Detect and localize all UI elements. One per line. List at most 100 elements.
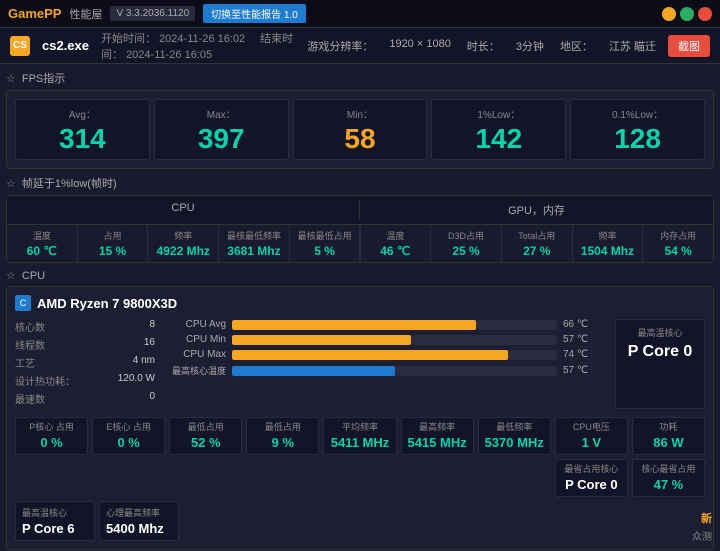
fps-section: FPS指示 Avg： 314 Max： 397 Min： 58 1%Low： 1…: [6, 70, 714, 169]
cpu-spec-cores: 核心数 8: [15, 319, 155, 334]
perf-cpu-temp: 温度 60 ℃: [7, 225, 77, 262]
metric-power: 功耗 86 W: [632, 417, 705, 455]
titlebar: GamePP 性能屋 V 3.3.2036.1120 切换至性能报告 1.0: [0, 0, 720, 28]
perf-section: 帧延于1%low(帧时) CPU GPU，内存 温度 60 ℃ 占用 15 %: [6, 175, 714, 263]
bar-track-max: [232, 350, 557, 360]
start-time: 2024-11-26 16:02: [159, 33, 245, 45]
close-button[interactable]: [698, 7, 712, 21]
perf-gpu-header: GPU，内存: [360, 200, 713, 220]
cpu-bottom-cells: 最高温核心 P Core 6 心理最高频率 5400 Mhz: [15, 501, 705, 541]
cpu-section: CPU C AMD Ryzen 7 9800X3D 核心数 8 线程数 16: [6, 269, 714, 550]
hotcore-value: P Core 0: [622, 343, 698, 361]
metric-max-freq: 最高频率 5415 MHz: [401, 417, 474, 455]
record-button[interactable]: 截图: [668, 35, 710, 57]
fps-1low-value: 142: [440, 125, 557, 153]
perf-panel-header: CPU GPU，内存: [7, 196, 713, 225]
mode-badge[interactable]: 切换至性能报告 1.0: [203, 4, 306, 23]
metric-e-core-usage: E核心 占用 0 %: [92, 417, 165, 455]
cpu-metrics-grid: P核心 占用 0 % E核心 占用 0 % 最低占用 52 % 最低占用 9 %…: [15, 417, 705, 455]
cpu-chart-area: CPU Avg 66 ℃ CPU Min 57 ℃: [163, 319, 607, 409]
perf-cpu-usage: 占用 15 %: [78, 225, 148, 262]
fps-min-label: Min：: [302, 106, 419, 121]
app-header: CS cs2.exe 开始时间： 2024-11-26 16:02 结束时间： …: [0, 28, 720, 64]
header-stats: 游戏分辨率： 1920 × 1080 时长： 3分钟 地区： 江苏 瞄迁: [307, 38, 656, 54]
fps-max-label: Max：: [163, 106, 280, 121]
perf-metrics-row: 温度 60 ℃ 占用 15 % 频率 4922 Mhz 最核最低频率 3681 …: [7, 225, 713, 262]
maximize-button[interactable]: [680, 7, 694, 21]
fps-min: Min： 58: [293, 99, 428, 160]
fps-avg-label: Avg：: [24, 106, 141, 121]
perf-gpu-temp: 温度 46 ℃: [361, 225, 431, 262]
fps-1low: 1%Low： 142: [431, 99, 566, 160]
perf-section-title: 帧延于1%low(帧时): [6, 175, 714, 191]
metric-p-core-usage: P核心 占用 0 %: [15, 417, 88, 455]
fps-min-value: 58: [302, 125, 419, 153]
metric-cpu-voltage: CPU电压 1 V: [555, 417, 628, 455]
bar-track-min: [232, 335, 557, 345]
cpu-name: AMD Ryzen 7 9800X3D: [37, 296, 177, 311]
metric-min-freq: 最低频率 5370 MHz: [478, 417, 551, 455]
perf-cpu-min-usage: 最核最低占用 5 %: [290, 225, 360, 262]
fps-max: Max： 397: [154, 99, 289, 160]
titlebar-left: GamePP 性能屋 V 3.3.2036.1120 切换至性能报告 1.0: [8, 4, 306, 23]
perf-cpu-freq: 频率 4922 Mhz: [148, 225, 218, 262]
bar-fill-min: [232, 335, 411, 345]
bottom-hotcore: 最高温核心 P Core 6: [15, 501, 95, 541]
hotcore-label: 最高温核心: [622, 326, 698, 339]
fps-01low: 0.1%Low： 128: [570, 99, 705, 160]
resolution-value: 1920 × 1080: [389, 38, 450, 54]
bottom-max-freq: 心理最高频率 5400 Mhz: [99, 501, 179, 541]
resolution-label: 游戏分辨率：: [307, 38, 373, 54]
watermark-text: 众测: [692, 528, 712, 543]
metric-avg-freq: 平均频率 5411 MHz: [323, 417, 396, 455]
start-label: 开始时间：: [101, 33, 156, 45]
duration-label: 时长：: [467, 38, 500, 54]
cpu-section-title: CPU: [6, 269, 714, 282]
bar-fill-hotcore: [232, 366, 395, 376]
fps-01low-value: 128: [579, 125, 696, 153]
metric-efficient-core: 最省占用核心 P Core 0: [555, 459, 628, 497]
process-name: cs2.exe: [42, 38, 89, 53]
cpu-hotcore: 最高温核心 P Core 0: [615, 319, 705, 409]
header-info: 开始时间： 2024-11-26 16:02 结束时间： 2024-11-26 …: [101, 30, 295, 62]
process-icon: CS: [10, 36, 30, 56]
metric-core-min-usage: 核心最省占用 47 %: [632, 459, 705, 497]
bar-track-hotcore: [232, 366, 557, 376]
fps-section-title: FPS指示: [6, 70, 714, 86]
cpu-layout: 核心数 8 线程数 16 工艺 4 nm 设计热功耗： 120.0 W: [15, 319, 705, 409]
cpu-panel: C AMD Ryzen 7 9800X3D 核心数 8 线程数 16 工艺: [6, 286, 714, 550]
fps-avg-value: 314: [24, 125, 141, 153]
fps-panel: Avg： 314 Max： 397 Min： 58 1%Low： 142 0.1…: [6, 90, 714, 169]
bar-cpu-max: CPU Max 74 ℃: [171, 349, 599, 360]
perf-gpu-d3d: D3D占用 25 %: [431, 225, 501, 262]
bar-cpu-avg: CPU Avg 66 ℃: [171, 319, 599, 330]
cpu-spec-tdp: 设计热功耗： 120.0 W: [15, 373, 155, 388]
cpu-metrics-grid2: 最省占用核心 P Core 0 核心最省占用 47 %: [15, 459, 705, 497]
duration-value: 3分钟: [516, 38, 544, 54]
perf-cpu-min-freq: 最核最低频率 3681 Mhz: [219, 225, 289, 262]
region-value: 江苏 瞄迁: [609, 38, 656, 54]
main-content: FPS指示 Avg： 314 Max： 397 Min： 58 1%Low： 1…: [0, 64, 720, 551]
cpu-spec-process: 工艺 4 nm: [15, 355, 155, 370]
perf-cpu-metrics: 温度 60 ℃ 占用 15 % 频率 4922 Mhz 最核最低频率 3681 …: [7, 225, 360, 262]
fps-01low-label: 0.1%Low：: [579, 106, 696, 121]
watermark-logo: 新: [701, 510, 712, 526]
watermark: 新 众测: [692, 510, 712, 543]
cpu-specs: 核心数 8 线程数 16 工艺 4 nm 设计热功耗： 120.0 W: [15, 319, 155, 409]
perf-gpu-total: Total占用 27 %: [502, 225, 572, 262]
perf-mem-usage: 内存占用 54 %: [643, 225, 713, 262]
win-controls: [662, 7, 712, 21]
cpu-panel-header: C AMD Ryzen 7 9800X3D: [15, 295, 705, 311]
perf-gpu-metrics: 温度 46 ℃ D3D占用 25 % Total占用 27 % 频率 1504 …: [361, 225, 714, 262]
bar-fill-avg: [232, 320, 476, 330]
metric-min-usage2: 最低占用 9 %: [246, 417, 319, 455]
end-time: 2024-11-26 16:05: [126, 49, 212, 61]
minimize-button[interactable]: [662, 7, 676, 21]
fps-1low-label: 1%Low：: [440, 106, 557, 121]
bar-track-avg: [232, 320, 557, 330]
perf-gpu-freq: 频率 1504 Mhz: [573, 225, 643, 262]
app-subtitle: 性能屋: [69, 6, 102, 22]
bar-fill-max: [232, 350, 508, 360]
app-logo: GamePP: [8, 6, 61, 21]
fps-max-value: 397: [163, 125, 280, 153]
